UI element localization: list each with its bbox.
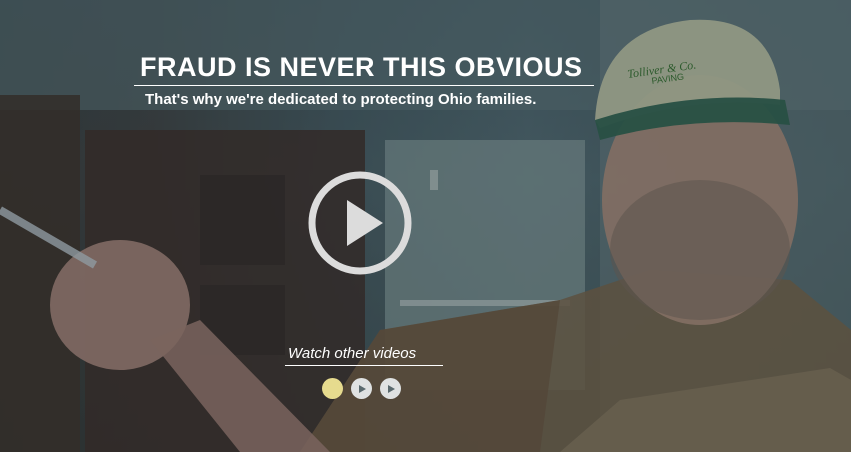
headline: FRAUD IS NEVER THIS OBVIOUS: [140, 52, 583, 82]
video-selector: [322, 378, 401, 399]
play-small-icon: [358, 384, 366, 393]
watch-other-videos-label[interactable]: Watch other videos: [285, 345, 443, 362]
play-small-icon: [387, 384, 395, 393]
watch-divider: [285, 365, 443, 366]
play-button[interactable]: [307, 170, 413, 276]
headline-block: FRAUD IS NEVER THIS OBVIOUS That's why w…: [134, 52, 594, 108]
video-hero[interactable]: Tolliver & Co. PAVING FRAUD IS NEVER THI…: [0, 0, 851, 452]
video-dot-3[interactable]: [380, 378, 401, 399]
headline-divider: [134, 85, 594, 86]
tagline: That's why we're dedicated to protecting…: [145, 91, 537, 108]
play-icon: [308, 171, 412, 275]
watch-other-videos[interactable]: Watch other videos: [285, 345, 443, 366]
video-dot-2[interactable]: [351, 378, 372, 399]
video-dot-active[interactable]: [322, 378, 343, 399]
